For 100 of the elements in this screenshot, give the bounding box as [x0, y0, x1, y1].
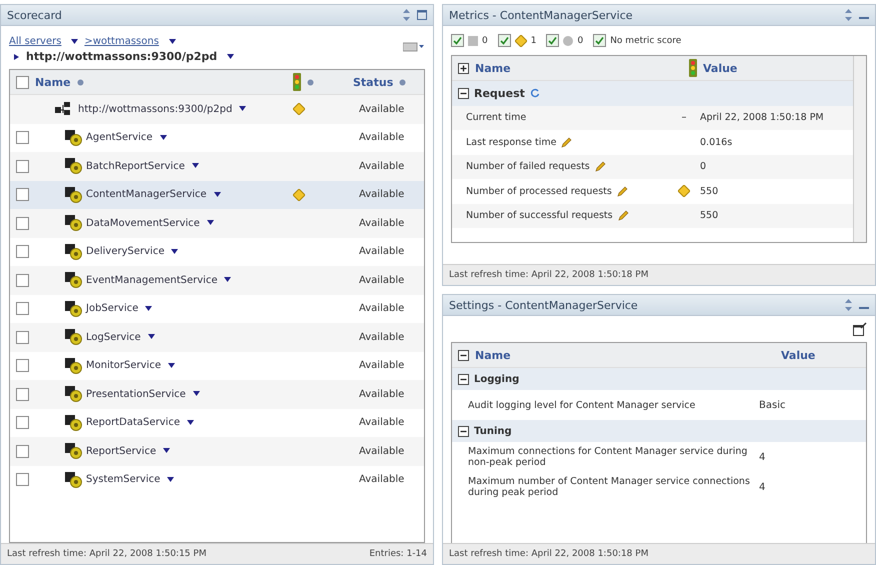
caret-icon[interactable]: [192, 391, 200, 398]
column-header[interactable]: Name: [35, 76, 287, 88]
caret-icon[interactable]: [168, 362, 175, 369]
column-header[interactable]: Name: [475, 62, 683, 74]
pencil-icon[interactable]: [594, 161, 606, 172]
edit-window-icon[interactable]: [853, 322, 867, 336]
service-name: BatchReportService: [86, 160, 185, 172]
caret-icon[interactable]: [145, 306, 152, 312]
current-path: http://wottmassons:9300/p2pd: [26, 50, 218, 63]
status-cell: Available: [359, 474, 404, 486]
filter-count: 1: [530, 36, 536, 46]
filter-checkbox[interactable]: [546, 34, 560, 47]
service-name: ContentManagerService: [86, 189, 207, 200]
caret-icon[interactable]: [214, 192, 221, 198]
caret-icon[interactable]: [239, 106, 246, 112]
chevron-icon: [13, 54, 20, 60]
pencil-icon[interactable]: [618, 210, 629, 222]
table-row[interactable]: ContentManagerService Available: [10, 180, 424, 209]
caret-icon[interactable]: [186, 420, 194, 426]
status-cell: Available: [359, 189, 404, 200]
status-cell: Available: [359, 246, 404, 258]
pencil-icon[interactable]: [561, 136, 572, 148]
metric-name: Last response time: [466, 136, 556, 148]
caret-icon[interactable]: [160, 134, 167, 141]
service-name: MonitorService: [86, 360, 161, 372]
caret-icon[interactable]: [167, 476, 174, 483]
table-row[interactable]: http://wottmassons:9300/p2pd Available: [10, 95, 424, 124]
collapse-toggle[interactable]: [458, 62, 469, 74]
row-checkbox[interactable]: [16, 160, 29, 173]
row-checkbox[interactable]: [16, 416, 29, 430]
sort-icon[interactable]: [307, 78, 314, 86]
row-checkbox[interactable]: [16, 388, 29, 401]
status-cell: Available: [359, 218, 404, 229]
row-checkbox[interactable]: [16, 131, 29, 144]
metric-name: Current time: [466, 112, 526, 124]
status-cell: Available: [359, 104, 404, 115]
filter-checkbox[interactable]: [451, 34, 464, 47]
collapse-toggle[interactable]: [458, 350, 469, 360]
caret-icon[interactable]: [171, 248, 178, 255]
row-checkbox[interactable]: [16, 216, 29, 230]
table-row[interactable]: EventManagementService Available: [10, 266, 424, 294]
panel-title: Settings - ContentManagerService: [449, 298, 638, 312]
caret-icon[interactable]: [224, 277, 232, 284]
pencil-icon[interactable]: [616, 186, 628, 197]
maximize-icon[interactable]: [417, 10, 427, 20]
breadcrumb-link[interactable]: All servers: [9, 36, 62, 47]
table-row[interactable]: ReportService Available: [10, 437, 424, 466]
collapse-toggle[interactable]: [458, 426, 469, 436]
table-row[interactable]: DataMovementService Available: [10, 209, 424, 238]
metric-value: 550: [700, 210, 718, 222]
caret-icon[interactable]: [163, 448, 170, 454]
view-menu-button[interactable]: [403, 42, 425, 52]
table-row[interactable]: BatchReportService Available: [10, 152, 424, 180]
filter-checkbox[interactable]: [498, 34, 511, 47]
status-cell: Available: [359, 360, 404, 372]
row-checkbox[interactable]: [16, 302, 29, 316]
caret-icon[interactable]: [206, 220, 214, 226]
group-label: Logging: [474, 374, 520, 384]
service-icon: [65, 130, 83, 146]
column-header[interactable]: Value: [781, 348, 816, 362]
table-row[interactable]: PresentationService Available: [10, 380, 424, 408]
caret-icon[interactable]: [192, 163, 199, 170]
column-header[interactable]: Name: [475, 348, 775, 362]
sort-icon[interactable]: [399, 78, 406, 86]
scrollbar[interactable]: [853, 56, 866, 242]
caret-icon[interactable]: [227, 54, 234, 60]
service-icon: [65, 244, 83, 260]
filter-count: 0: [577, 36, 584, 46]
filter-checkbox[interactable]: [593, 34, 606, 47]
metric-value: April 22, 2008 1:50:18 PM: [700, 112, 824, 124]
traffic-light-icon: [293, 73, 301, 91]
setting-value: 4: [759, 452, 766, 462]
breadcrumb-link[interactable]: >wottmassons: [84, 36, 159, 47]
status-cell: Available: [359, 160, 404, 172]
service-name: http://wottmassons:9300/p2pd: [78, 104, 232, 115]
row-checkbox[interactable]: [16, 473, 29, 486]
caret-icon[interactable]: [71, 38, 78, 44]
select-all-checkbox[interactable]: [16, 76, 29, 88]
service-icon: [65, 414, 83, 431]
row-checkbox[interactable]: [16, 274, 29, 287]
circle-icon: [563, 36, 574, 46]
service-icon: [65, 215, 83, 232]
service-name: LogService: [86, 332, 141, 343]
metric-name: Number of failed requests: [466, 161, 590, 172]
row-checkbox[interactable]: [16, 359, 29, 372]
column-header[interactable]: Status: [353, 76, 406, 88]
caret-icon[interactable]: [168, 38, 176, 44]
group-label: Request: [474, 86, 525, 100]
sort-icon[interactable]: [76, 78, 84, 86]
setting-value: Basic: [759, 400, 786, 410]
panel-title: Metrics - ContentManagerService: [449, 8, 633, 22]
row-checkbox[interactable]: [16, 444, 29, 458]
column-header[interactable]: Value: [703, 62, 738, 74]
collapse-toggle[interactable]: [458, 88, 469, 99]
collapse-toggle[interactable]: [458, 374, 469, 384]
row-checkbox[interactable]: [16, 245, 29, 258]
row-checkbox[interactable]: [16, 188, 29, 202]
table-row[interactable]: LogService Available: [10, 323, 424, 352]
caret-icon[interactable]: [148, 334, 155, 340]
row-checkbox[interactable]: [16, 330, 29, 344]
